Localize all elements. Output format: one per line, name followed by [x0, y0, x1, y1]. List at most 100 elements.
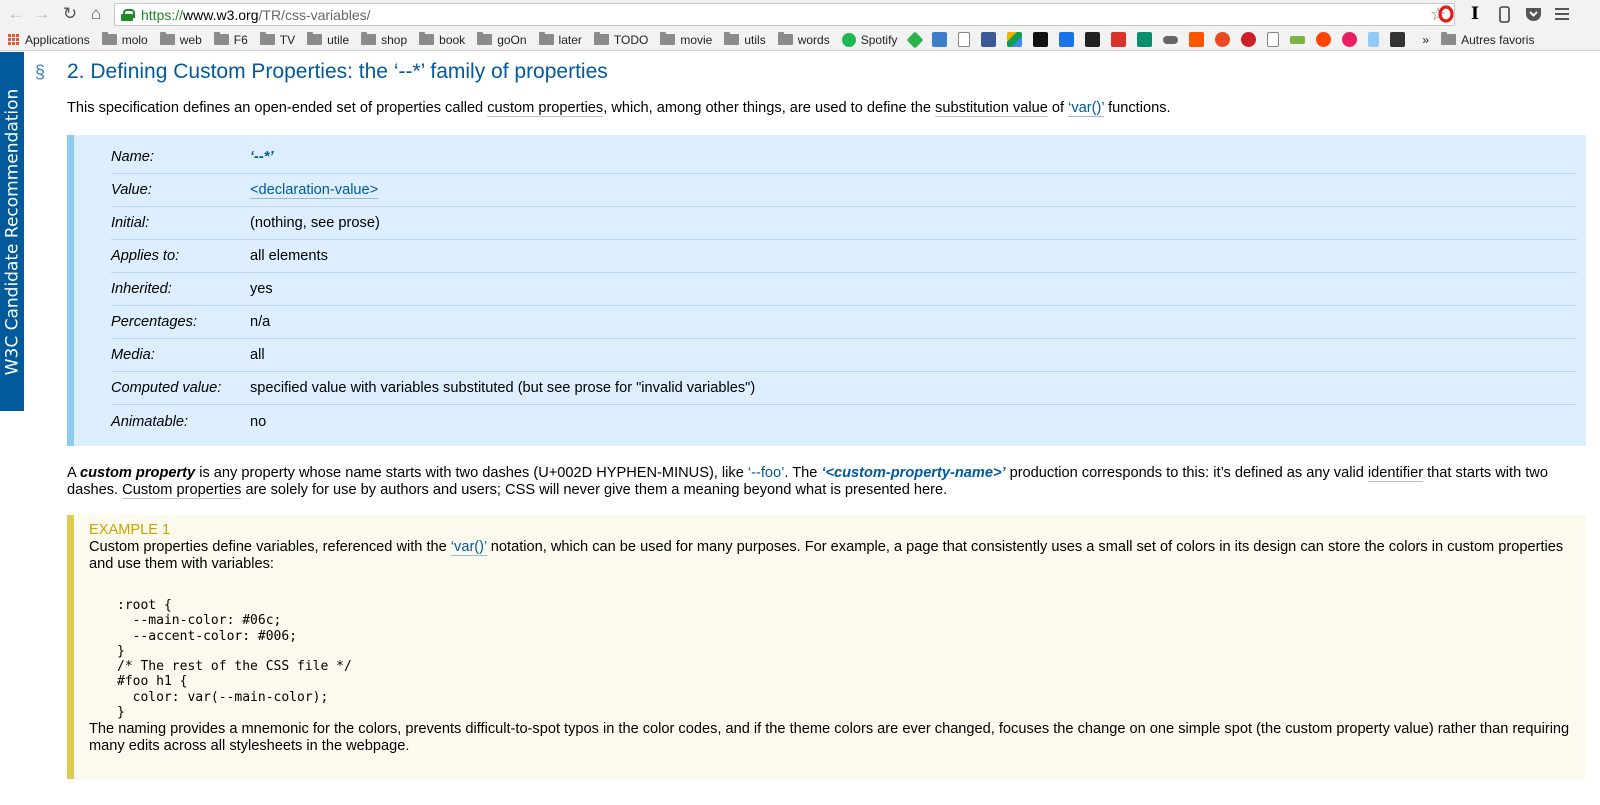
example-title[interactable]: EXAMPLE 1: [89, 522, 170, 538]
bookmark-label: utils: [744, 32, 766, 47]
bookmark-label: Spotify: [860, 32, 898, 47]
cloud-icon[interactable]: [1163, 35, 1179, 44]
url-host: www.w3.org: [183, 6, 259, 23]
bookmark-folder[interactable]: utile: [307, 32, 350, 47]
folder-icon: [660, 32, 676, 45]
bookmark-folder[interactable]: book: [419, 32, 466, 47]
pocket-bookmark-icon[interactable]: [1368, 32, 1380, 47]
propdef-value: specified value with variables substitut…: [250, 380, 756, 396]
propdef-value: all: [250, 347, 265, 363]
bookmark-label: movie: [680, 32, 713, 47]
property-definition-table: Name: ‘--*’ Value: <declaration-value> I…: [67, 135, 1586, 446]
page-icon[interactable]: [958, 32, 971, 47]
reddit-icon[interactable]: [1316, 32, 1332, 47]
bookmark-applications[interactable]: Applications: [0, 33, 90, 47]
bookmark-folder[interactable]: utils: [724, 32, 766, 47]
address-bar[interactable]: https://www.w3.org/TR/css-variables/ ☆: [114, 3, 1455, 26]
bookmark-label: Applications: [25, 32, 90, 47]
bookmark-folder[interactable]: molo: [101, 32, 148, 47]
soundcloud-icon[interactable]: [1189, 32, 1205, 47]
home-icon[interactable]: ⌂: [84, 2, 108, 26]
propdef-key: Applies to:: [111, 248, 180, 264]
w3c-status-tab[interactable]: W3C Candidate Recommendation: [0, 52, 24, 411]
text: This specification defines an open-ended…: [67, 100, 488, 116]
section-anchor-icon[interactable]: §: [35, 62, 45, 83]
bookmark-folder[interactable]: TV: [259, 32, 296, 47]
var-function-link[interactable]: ‘var()’: [1068, 100, 1105, 117]
bookmark-spotify[interactable]: Spotify: [841, 32, 898, 47]
folder-icon: [593, 32, 609, 45]
reload-icon[interactable]: ↻: [58, 2, 82, 26]
text: A: [67, 465, 80, 481]
sv-icon[interactable]: [1390, 32, 1406, 47]
propdef-row: Inherited: yes: [111, 273, 1577, 306]
bookmark-folder[interactable]: later: [538, 32, 582, 47]
custom-property-name-production[interactable]: ‘<custom-property-name>’: [821, 465, 1005, 481]
pocket-icon[interactable]: [1523, 4, 1543, 24]
custom-properties-link[interactable]: Custom properties: [122, 482, 242, 499]
bookmarks-overflow[interactable]: »: [1422, 33, 1429, 47]
bookmark-label: utile: [327, 32, 350, 47]
soundcloud-sc-icon[interactable]: [1085, 32, 1101, 47]
browser-toolbar: ← → ↻ ⌂ https://www.w3.org/TR/css-variab…: [0, 0, 1600, 29]
url-scheme: https://: [141, 6, 184, 23]
foo-link[interactable]: ‘--foo’: [748, 465, 785, 481]
pinterest-icon[interactable]: [1241, 32, 1257, 47]
propdef-row: Applies to: all elements: [111, 240, 1577, 273]
bookmark-label: goOn: [497, 32, 527, 47]
folder-icon: [1441, 32, 1457, 45]
download-icon[interactable]: [1111, 32, 1127, 47]
bookmark-other-favorites[interactable]: Autres favoris: [1441, 32, 1535, 47]
var-function-link[interactable]: ‘var()’: [450, 539, 487, 556]
bookmark-folder[interactable]: F6: [213, 32, 248, 47]
feedly-icon[interactable]: [906, 31, 924, 48]
notion-icon[interactable]: [1033, 32, 1049, 47]
bookmark-folder[interactable]: words: [777, 32, 830, 47]
apps-grid-icon: [8, 33, 20, 46]
facebook-icon[interactable]: [981, 32, 997, 47]
declaration-value-link[interactable]: <declaration-value>: [250, 182, 379, 199]
calendar-icon[interactable]: [1059, 32, 1075, 47]
code-block: :root { --main-color: #06c; --accent-col…: [117, 598, 352, 721]
propdef-row: Value: <declaration-value>: [111, 174, 1577, 207]
bookmark-label: TV: [279, 32, 296, 47]
substitution-value-link[interactable]: substitution value: [935, 100, 1048, 117]
propdef-value[interactable]: ‘--*’: [250, 149, 274, 165]
menu-icon[interactable]: [1552, 4, 1572, 24]
propdef-key: Inherited:: [111, 281, 172, 297]
definition-paragraph: A custom property is any property whose …: [67, 465, 1587, 499]
folder-icon: [724, 32, 740, 45]
folder-icon: [777, 32, 793, 45]
propdef-row: Name: ‘--*’: [111, 141, 1577, 174]
drive-icon[interactable]: [1007, 32, 1023, 47]
back-icon[interactable]: ←: [4, 2, 28, 26]
stumbleupon-icon[interactable]: [1215, 32, 1231, 47]
docs-icon[interactable]: [932, 32, 948, 47]
instapaper-icon[interactable]: I: [1465, 4, 1485, 24]
forward-icon[interactable]: →: [30, 2, 54, 26]
custom-properties-link[interactable]: custom properties: [487, 100, 604, 117]
propdef-key: Initial:: [111, 215, 150, 231]
bookmark-folder[interactable]: shop: [361, 32, 408, 47]
bird-icon[interactable]: [1290, 35, 1306, 44]
bookmark-label: book: [439, 32, 466, 47]
bookmark-folder[interactable]: goOn: [477, 32, 527, 47]
page-icon[interactable]: [1267, 32, 1280, 47]
text: , which, among other things, are used to…: [603, 100, 936, 116]
example-box: EXAMPLE 1 Custom properties define varia…: [67, 515, 1586, 779]
folder-icon: [101, 32, 117, 45]
bookmark-label: later: [558, 32, 582, 47]
folder-icon: [159, 32, 175, 45]
bookmark-label: shop: [381, 32, 408, 47]
bookmark-folder[interactable]: movie: [660, 32, 713, 47]
w3c-status-label: W3C Candidate Recommendation: [2, 88, 22, 375]
bookmark-folder[interactable]: web: [159, 32, 202, 47]
intro-paragraph: This specification defines an open-ended…: [67, 100, 1171, 117]
bank-icon[interactable]: [1137, 32, 1153, 47]
bookmark-label: Autres favoris: [1461, 32, 1535, 47]
identifier-link[interactable]: identifier: [1367, 465, 1424, 482]
opera-icon[interactable]: [1436, 4, 1456, 24]
phone-icon[interactable]: [1494, 4, 1514, 24]
heart-icon[interactable]: [1342, 32, 1358, 47]
bookmark-folder[interactable]: TODO: [593, 32, 648, 47]
